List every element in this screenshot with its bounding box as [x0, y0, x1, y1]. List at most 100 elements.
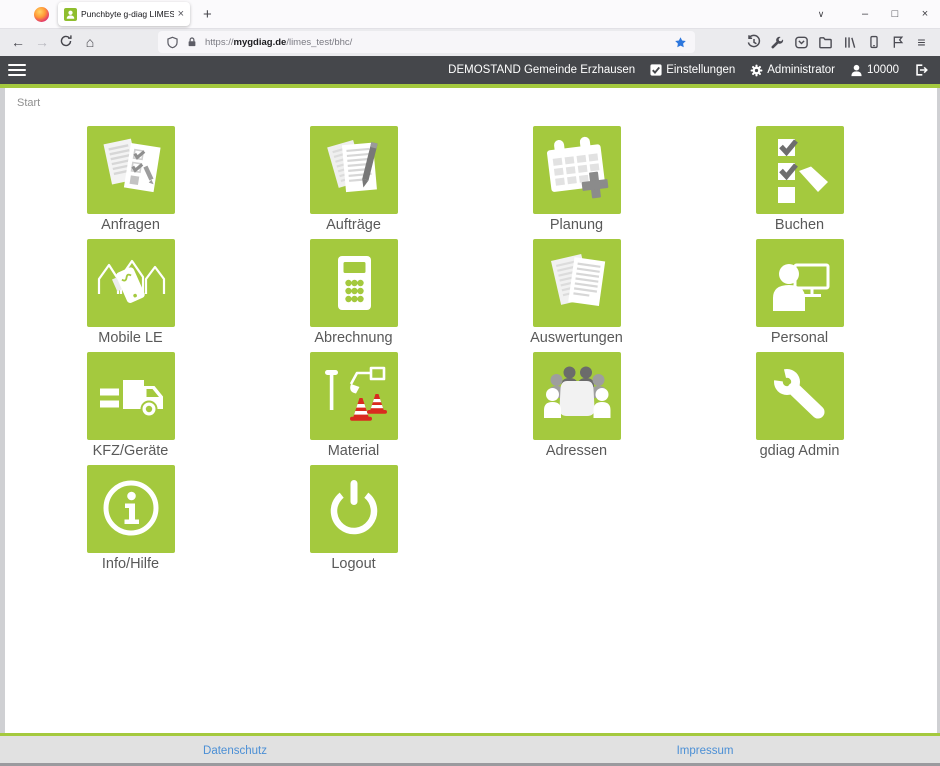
tile-label: Anfragen [101, 217, 160, 234]
menu-button[interactable]: ≡ [913, 34, 930, 51]
logout-icon [914, 63, 928, 77]
firefox-logo-icon [34, 7, 49, 22]
tile-material[interactable]: Material [242, 352, 465, 465]
administrator-menu-item[interactable]: Administrator [750, 64, 835, 77]
browser-toolbar: ← → ⌂ https://mygdiag.de/limes_test/bhc/ [0, 28, 940, 56]
privacy-link[interactable]: Datenschutz [203, 745, 267, 757]
browser-tab[interactable]: Punchbyte g-diag LIMES Bauhof × [58, 2, 190, 26]
user-number: 10000 [867, 64, 899, 76]
tile-label: gdiag Admin [760, 443, 840, 460]
tile-logout[interactable]: Logout [242, 465, 465, 578]
tile-grid: Anfragen [5, 126, 937, 578]
tile-label: KFZ/Geräte [93, 443, 169, 460]
documents-checklist-icon [87, 126, 175, 214]
url-text: https://mygdiag.de/limes_test/bhc/ [205, 37, 352, 48]
app-header: DEMOSTAND Gemeinde Erzhausen Einstellung… [0, 56, 940, 84]
tab-title: Punchbyte g-diag LIMES Bauhof [81, 9, 174, 19]
report-documents-icon [533, 239, 621, 327]
power-icon [310, 465, 398, 553]
new-tab-button[interactable]: + [203, 6, 212, 23]
list-tabs-chevron-icon[interactable]: ∨ [806, 0, 836, 28]
wrench-toolbar-icon [770, 35, 785, 50]
tab-close-icon[interactable]: × [178, 9, 184, 20]
logout-button[interactable] [914, 63, 928, 77]
pocket-icon [794, 35, 809, 50]
tile-adressen[interactable]: Adressen [465, 352, 688, 465]
url-domain: mygdiag.de [234, 37, 287, 48]
send-tab-button[interactable] [889, 34, 906, 51]
downloads-button[interactable] [817, 34, 834, 51]
back-button[interactable]: ← [6, 35, 30, 49]
breadcrumb: Start [5, 88, 937, 109]
tile-label: Material [328, 443, 380, 460]
forward-button[interactable]: → [30, 35, 54, 49]
toolbar-icon-group: ≡ [745, 34, 934, 51]
tile-planung[interactable]: Planung [465, 126, 688, 239]
close-window-button[interactable]: × [910, 0, 940, 28]
gear-icon [750, 64, 763, 77]
folder-icon [818, 35, 833, 50]
settings-menu-item[interactable]: Einstellungen [650, 64, 735, 76]
maximize-button[interactable]: □ [880, 0, 910, 28]
url-protocol: https:// [205, 37, 234, 48]
checklist-pen-icon [756, 126, 844, 214]
tile-info-hilfe[interactable]: Info/Hilfe [19, 465, 242, 578]
reload-icon [59, 34, 73, 48]
imprint-link[interactable]: Impressum [677, 745, 734, 757]
window-controls: ∨ – □ × [806, 0, 940, 28]
history-button[interactable] [745, 34, 762, 51]
tile-label: Mobile LE [98, 330, 162, 347]
menu-hamburger-icon[interactable] [8, 64, 26, 77]
library-button[interactable] [841, 34, 858, 51]
footer: Datenschutz Impressum [0, 736, 940, 763]
tenant-name: DEMOSTAND Gemeinde Erzhausen [448, 64, 635, 76]
lock-icon[interactable] [186, 36, 198, 48]
bookmark-star-icon[interactable] [674, 36, 687, 49]
info-icon [87, 465, 175, 553]
page-background: Start [0, 88, 940, 733]
tile-abrechnung[interactable]: Abrechnung [242, 239, 465, 352]
administrator-label: Administrator [767, 64, 835, 76]
mobile-sync-button[interactable] [865, 34, 882, 51]
person-icon [850, 64, 863, 77]
tile-label: Planung [550, 217, 603, 234]
reload-button[interactable] [54, 34, 78, 50]
library-icon [842, 35, 857, 50]
tile-auftraege[interactable]: Aufträge [242, 126, 465, 239]
tile-anfragen[interactable]: Anfragen [19, 126, 242, 239]
calendar-plus-icon [533, 126, 621, 214]
tile-gdiag-admin[interactable]: gdiag Admin [688, 352, 911, 465]
tile-mobile-le[interactable]: Mobile LE [19, 239, 242, 352]
phone-icon [867, 35, 881, 49]
tile-label: Buchen [775, 217, 824, 234]
tile-buchen[interactable]: Buchen [688, 126, 911, 239]
tile-label: Aufträge [326, 217, 381, 234]
pocket-button[interactable] [793, 34, 810, 51]
gdiag-favicon-icon [64, 8, 77, 21]
tile-label: Logout [331, 556, 375, 573]
flag-icon [891, 35, 905, 49]
tile-auswertungen[interactable]: Auswertungen [465, 239, 688, 352]
user-menu-item[interactable]: 10000 [850, 64, 899, 77]
tile-personal[interactable]: Personal [688, 239, 911, 352]
calculator-icon [310, 239, 398, 327]
tile-label: Personal [771, 330, 828, 347]
truck-icon [87, 352, 175, 440]
url-bar[interactable]: https://mygdiag.de/limes_test/bhc/ [158, 31, 695, 53]
developer-tools-button[interactable] [769, 34, 786, 51]
app-header-right: DEMOSTAND Gemeinde Erzhausen Einstellung… [448, 63, 928, 77]
documents-pencil-icon [310, 126, 398, 214]
tab-strip: Punchbyte g-diag LIMES Bauhof × + ∨ – □ … [0, 0, 940, 28]
town-smartphone-icon [87, 239, 175, 327]
excavator-cones-icon [310, 352, 398, 440]
tile-label: Adressen [546, 443, 607, 460]
tile-label: Abrechnung [314, 330, 392, 347]
tile-label: Info/Hilfe [102, 556, 159, 573]
people-table-icon [533, 352, 621, 440]
home-button[interactable]: ⌂ [78, 35, 102, 49]
tracking-protection-shield-icon[interactable] [166, 36, 179, 49]
minimize-button[interactable]: – [850, 0, 880, 28]
person-monitor-icon [756, 239, 844, 327]
wrench-icon [756, 352, 844, 440]
tile-kfz-geraete[interactable]: KFZ/Geräte [19, 352, 242, 465]
